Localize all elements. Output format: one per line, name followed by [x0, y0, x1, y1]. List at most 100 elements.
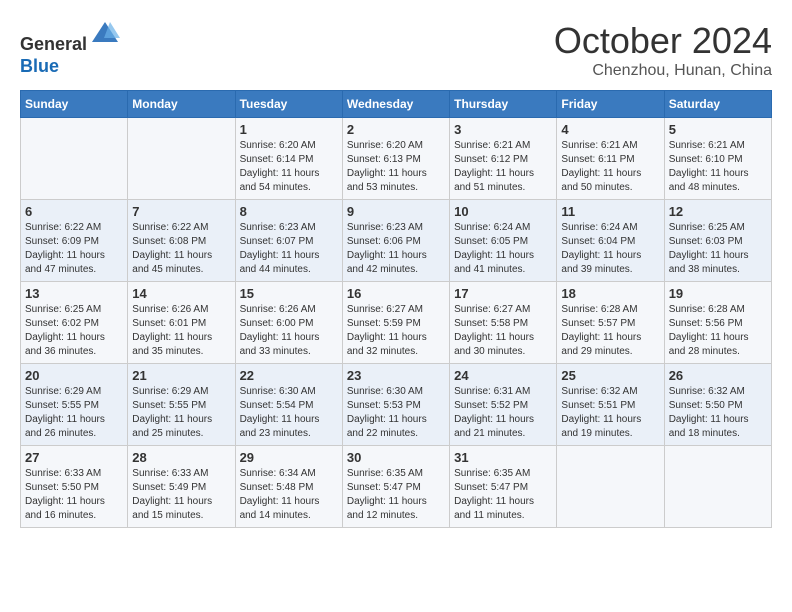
calendar-cell: 19 Sunrise: 6:28 AM Sunset: 5:56 PM Dayli… [664, 282, 771, 364]
day-info: Sunrise: 6:30 AM Sunset: 5:53 PM Dayligh… [347, 385, 445, 441]
calendar-cell: 27 Sunrise: 6:33 AM Sunset: 5:50 PM Dayli… [21, 446, 128, 528]
weekday-header: Tuesday [235, 91, 342, 118]
weekday-header: Thursday [450, 91, 557, 118]
day-info: Sunrise: 6:33 AM Sunset: 5:50 PM Dayligh… [25, 467, 123, 523]
calendar-cell: 6Sunrise: 6:22 AM Sunset: 6:09 PM Daylig… [21, 200, 128, 282]
day-info: Sunrise: 6:35 AM Sunset: 5:47 PM Dayligh… [347, 467, 445, 523]
calendar-cell: 15 Sunrise: 6:26 AM Sunset: 6:00 PM Dayli… [235, 282, 342, 364]
weekday-header: Saturday [664, 91, 771, 118]
location-subtitle: Chenzhou, Hunan, China [554, 62, 772, 80]
calendar-cell: 28 Sunrise: 6:33 AM Sunset: 5:49 PM Dayli… [128, 446, 235, 528]
day-info: Sunrise: 6:31 AM Sunset: 5:52 PM Dayligh… [454, 385, 552, 441]
day-info: Sunrise: 6:21 AM Sunset: 6:10 PM Dayligh… [669, 139, 767, 195]
logo-blue: Blue [20, 56, 59, 76]
day-number: 13 [25, 286, 123, 301]
weekday-header: Friday [557, 91, 664, 118]
calendar-cell: 2 Sunrise: 6:20 AM Sunset: 6:13 PM Daylig… [342, 118, 449, 200]
calendar-cell: 12 Sunrise: 6:25 AM Sunset: 6:03 PM Dayli… [664, 200, 771, 282]
calendar-cell: 25Sunrise: 6:32 AM Sunset: 5:51 PM Dayli… [557, 364, 664, 446]
title-area: October 2024 Chenzhou, Hunan, China [554, 20, 772, 80]
day-number: 2 [347, 122, 445, 137]
calendar-week-row: 13 Sunrise: 6:25 AM Sunset: 6:02 PM Dayli… [21, 282, 772, 364]
calendar-cell: 22 Sunrise: 6:30 AM Sunset: 5:54 PM Dayli… [235, 364, 342, 446]
calendar-cell: 18 Sunrise: 6:28 AM Sunset: 5:57 PM Dayli… [557, 282, 664, 364]
day-number: 29 [240, 450, 338, 465]
day-number: 7 [132, 204, 230, 219]
day-number: 8 [240, 204, 338, 219]
day-number: 28 [132, 450, 230, 465]
calendar-week-row: 20Sunrise: 6:29 AM Sunset: 5:55 PM Dayli… [21, 364, 772, 446]
day-info: Sunrise: 6:28 AM Sunset: 5:56 PM Dayligh… [669, 303, 767, 359]
day-number: 17 [454, 286, 552, 301]
calendar-cell [128, 118, 235, 200]
day-number: 22 [240, 368, 338, 383]
weekday-header: Sunday [21, 91, 128, 118]
day-info: Sunrise: 6:23 AM Sunset: 6:07 PM Dayligh… [240, 221, 338, 277]
day-number: 1 [240, 122, 338, 137]
logo: General Blue [20, 20, 120, 77]
calendar-cell: 7 Sunrise: 6:22 AM Sunset: 6:08 PM Daylig… [128, 200, 235, 282]
calendar-cell [21, 118, 128, 200]
calendar-cell: 24Sunrise: 6:31 AM Sunset: 5:52 PM Dayli… [450, 364, 557, 446]
calendar-body: 1 Sunrise: 6:20 AM Sunset: 6:14 PM Daylig… [21, 118, 772, 528]
day-info: Sunrise: 6:20 AM Sunset: 6:14 PM Dayligh… [240, 139, 338, 195]
day-info: Sunrise: 6:32 AM Sunset: 5:50 PM Dayligh… [669, 385, 767, 441]
calendar-cell: 30 Sunrise: 6:35 AM Sunset: 5:47 PM Dayli… [342, 446, 449, 528]
calendar-cell: 16 Sunrise: 6:27 AM Sunset: 5:59 PM Dayli… [342, 282, 449, 364]
day-number: 21 [132, 368, 230, 383]
calendar-week-row: 1 Sunrise: 6:20 AM Sunset: 6:14 PM Daylig… [21, 118, 772, 200]
day-info: Sunrise: 6:22 AM Sunset: 6:08 PM Dayligh… [132, 221, 230, 277]
day-info: Sunrise: 6:25 AM Sunset: 6:03 PM Dayligh… [669, 221, 767, 277]
calendar-cell: 21 Sunrise: 6:29 AM Sunset: 5:55 PM Dayli… [128, 364, 235, 446]
weekday-header: Wednesday [342, 91, 449, 118]
day-info: Sunrise: 6:26 AM Sunset: 6:01 PM Dayligh… [132, 303, 230, 359]
day-info: Sunrise: 6:27 AM Sunset: 5:59 PM Dayligh… [347, 303, 445, 359]
calendar-cell: 4 Sunrise: 6:21 AM Sunset: 6:11 PM Daylig… [557, 118, 664, 200]
calendar-cell: 17 Sunrise: 6:27 AM Sunset: 5:58 PM Dayli… [450, 282, 557, 364]
logo-general: General [20, 34, 87, 54]
day-info: Sunrise: 6:20 AM Sunset: 6:13 PM Dayligh… [347, 139, 445, 195]
day-number: 16 [347, 286, 445, 301]
day-info: Sunrise: 6:23 AM Sunset: 6:06 PM Dayligh… [347, 221, 445, 277]
calendar-cell: 20Sunrise: 6:29 AM Sunset: 5:55 PM Dayli… [21, 364, 128, 446]
day-number: 19 [669, 286, 767, 301]
day-number: 10 [454, 204, 552, 219]
day-info: Sunrise: 6:34 AM Sunset: 5:48 PM Dayligh… [240, 467, 338, 523]
calendar-cell: 9 Sunrise: 6:23 AM Sunset: 6:06 PM Daylig… [342, 200, 449, 282]
calendar-cell: 10Sunrise: 6:24 AM Sunset: 6:05 PM Dayli… [450, 200, 557, 282]
day-info: Sunrise: 6:24 AM Sunset: 6:04 PM Dayligh… [561, 221, 659, 277]
calendar-cell: 29 Sunrise: 6:34 AM Sunset: 5:48 PM Dayli… [235, 446, 342, 528]
day-number: 4 [561, 122, 659, 137]
day-info: Sunrise: 6:25 AM Sunset: 6:02 PM Dayligh… [25, 303, 123, 359]
day-info: Sunrise: 6:30 AM Sunset: 5:54 PM Dayligh… [240, 385, 338, 441]
day-info: Sunrise: 6:33 AM Sunset: 5:49 PM Dayligh… [132, 467, 230, 523]
day-number: 5 [669, 122, 767, 137]
calendar-table: SundayMondayTuesdayWednesdayThursdayFrid… [20, 90, 772, 528]
day-info: Sunrise: 6:35 AM Sunset: 5:47 PM Dayligh… [454, 467, 552, 523]
calendar-cell: 31Sunrise: 6:35 AM Sunset: 5:47 PM Dayli… [450, 446, 557, 528]
day-number: 26 [669, 368, 767, 383]
weekday-row: SundayMondayTuesdayWednesdayThursdayFrid… [21, 91, 772, 118]
day-number: 9 [347, 204, 445, 219]
day-number: 15 [240, 286, 338, 301]
day-info: Sunrise: 6:21 AM Sunset: 6:11 PM Dayligh… [561, 139, 659, 195]
day-info: Sunrise: 6:28 AM Sunset: 5:57 PM Dayligh… [561, 303, 659, 359]
calendar-cell [664, 446, 771, 528]
calendar-cell: 14Sunrise: 6:26 AM Sunset: 6:01 PM Dayli… [128, 282, 235, 364]
day-info: Sunrise: 6:26 AM Sunset: 6:00 PM Dayligh… [240, 303, 338, 359]
calendar-header: SundayMondayTuesdayWednesdayThursdayFrid… [21, 91, 772, 118]
calendar-cell: 26 Sunrise: 6:32 AM Sunset: 5:50 PM Dayli… [664, 364, 771, 446]
day-number: 30 [347, 450, 445, 465]
day-number: 12 [669, 204, 767, 219]
logo-icon [90, 20, 120, 50]
day-info: Sunrise: 6:29 AM Sunset: 5:55 PM Dayligh… [132, 385, 230, 441]
day-number: 27 [25, 450, 123, 465]
calendar-cell: 13 Sunrise: 6:25 AM Sunset: 6:02 PM Dayli… [21, 282, 128, 364]
day-number: 11 [561, 204, 659, 219]
calendar-cell: 1 Sunrise: 6:20 AM Sunset: 6:14 PM Daylig… [235, 118, 342, 200]
day-number: 23 [347, 368, 445, 383]
day-info: Sunrise: 6:32 AM Sunset: 5:51 PM Dayligh… [561, 385, 659, 441]
day-info: Sunrise: 6:27 AM Sunset: 5:58 PM Dayligh… [454, 303, 552, 359]
calendar-cell: 11 Sunrise: 6:24 AM Sunset: 6:04 PM Dayli… [557, 200, 664, 282]
day-number: 18 [561, 286, 659, 301]
